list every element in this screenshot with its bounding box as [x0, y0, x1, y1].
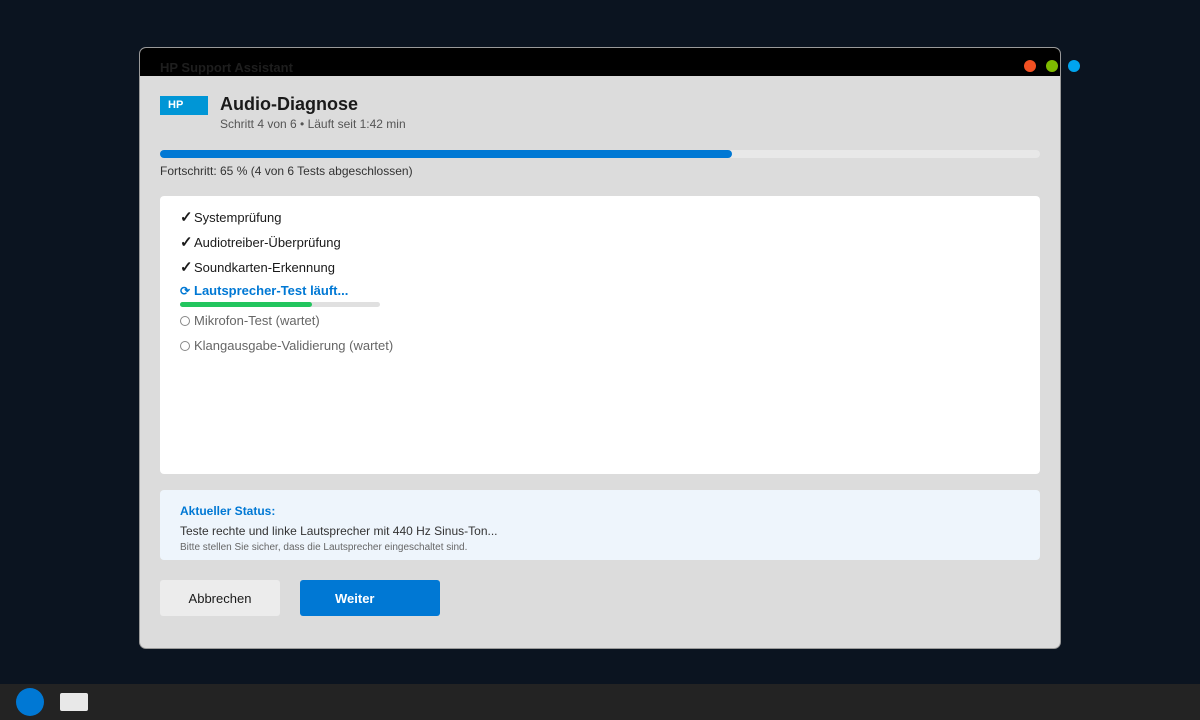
step-subtitle: Schritt 4 von 6 • Läuft seit 1:42 min — [220, 117, 406, 131]
hp-logo: HP — [160, 96, 208, 115]
progress-label: Fortschritt: 65 % (4 von 6 Tests abgesch… — [160, 164, 413, 178]
test-item-sound-output: Klangausgabe-Validierung (wartet) — [180, 338, 393, 353]
app-window: HP Support Assistant HP Audio-Diagnose S… — [140, 48, 1060, 648]
start-button[interactable] — [16, 688, 44, 716]
pending-circle-icon — [180, 315, 190, 326]
speaker-test-progress-fill — [180, 302, 312, 307]
test-item-system-check: ✓Systemprüfung — [180, 208, 281, 226]
test-item-audio-driver: ✓Audiotreiber-Überprüfung — [180, 233, 341, 251]
current-status-panel: Aktueller Status: Teste rechte und linke… — [160, 490, 1040, 560]
status-text: Teste rechte und linke Lautsprecher mit … — [180, 524, 498, 538]
test-label: Klangausgabe-Validierung (wartet) — [194, 338, 394, 353]
maximize-window-button[interactable] — [1068, 60, 1080, 72]
test-label: Soundkarten-Erkennung — [194, 260, 335, 275]
refresh-icon: ⟳ — [180, 284, 191, 298]
title-bar[interactable]: HP Support Assistant — [140, 48, 1060, 76]
test-item-speaker: ⟳ Lautsprecher-Test läuft... — [180, 283, 348, 298]
overall-progress-fill — [160, 150, 732, 158]
check-icon: ✓ — [180, 259, 193, 276]
test-label: Lautsprecher-Test läuft... — [194, 283, 349, 298]
check-icon: ✓ — [180, 209, 193, 226]
page-title: Audio-Diagnose — [220, 94, 358, 114]
check-icon: ✓ — [180, 234, 193, 251]
minimize-window-button[interactable] — [1046, 60, 1058, 72]
taskbar — [0, 684, 1200, 720]
taskbar-app-icon[interactable] — [60, 693, 88, 711]
next-button[interactable]: Weiter — [300, 580, 440, 616]
test-list-panel: ✓Systemprüfung ✓Audiotreiber-Überprüfung… — [160, 196, 1040, 474]
close-window-button[interactable] — [1024, 60, 1036, 72]
overall-progress-bar — [160, 150, 1040, 158]
pending-circle-icon — [180, 340, 190, 351]
window-title: HP Support Assistant — [160, 60, 293, 75]
cancel-button[interactable]: Abbrechen — [160, 580, 280, 616]
test-label: Systemprüfung — [194, 210, 282, 225]
test-item-microphone: Mikrofon-Test (wartet) — [180, 313, 320, 328]
speaker-test-progress-bar — [180, 302, 380, 307]
test-label: Mikrofon-Test (wartet) — [194, 313, 320, 328]
test-item-soundcard: ✓Soundkarten-Erkennung — [180, 258, 335, 276]
status-hint: Bitte stellen Sie sicher, dass die Lauts… — [180, 542, 468, 553]
test-label: Audiotreiber-Überprüfung — [194, 235, 341, 250]
status-heading: Aktueller Status: — [180, 504, 276, 518]
